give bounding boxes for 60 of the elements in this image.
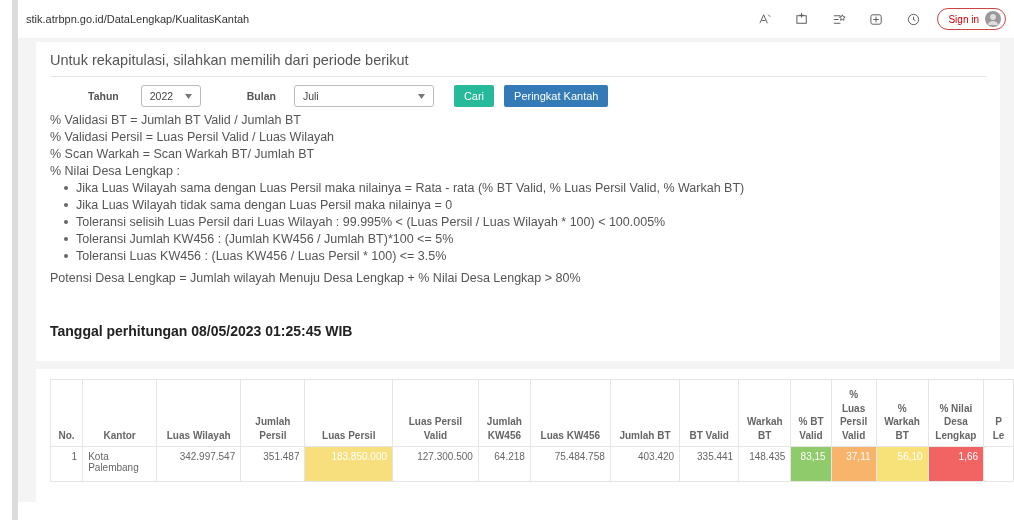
table-cell: Kota Palembang (82, 446, 157, 482)
year-label: Tahun (88, 90, 119, 102)
formula-text: % Nilai Desa Lengkap : (50, 164, 181, 178)
favorites-icon[interactable] (832, 11, 848, 27)
formula-item: Jika Luas Wilayah tidak sama dengan Luas Persil maka nilainya = 0 (76, 198, 453, 212)
panel-heading: Untuk rekapitulasi, silahkan memilih dari periode berikut (50, 52, 986, 77)
column-header: P Le (983, 379, 1014, 447)
column-header: Jumlah BT (610, 379, 680, 447)
avatar-icon (985, 11, 1001, 27)
formula-item: Jika Luas Wilayah sama dengan Luas Persil maka nilainya = Rata - rata (% BT Valid, % Luas Persil Valid, % Warkah BT) (76, 181, 745, 195)
formula-text: Potensi Desa Lengkap = Jumlah wilayah Menuju Desa Lengkap + % Nilai Desa Lengkap > 80% (50, 271, 582, 285)
ranking-button[interactable]: Peringkat Kantah (504, 85, 609, 107)
column-header: Luas Wilayah (156, 379, 241, 447)
column-header: Luas Persil (304, 379, 393, 447)
year-dropdown[interactable]: 2022 (140, 85, 201, 107)
table-cell: 342.997.547 (156, 446, 241, 482)
formula-text: % Validasi Persil = Luas Persil Valid / Luas Wilayah (50, 130, 336, 144)
month-label: Bulan (246, 90, 276, 102)
table-cell: 37,11 (831, 446, 877, 482)
history-icon[interactable] (906, 11, 922, 27)
column-header: Luas Persil Valid (392, 379, 479, 447)
bullet-icon (64, 186, 68, 190)
table-cell: 64.218 (478, 446, 531, 482)
month-dropdown[interactable]: Juli (293, 85, 434, 107)
calculation-date: Tanggal perhitungan 08/05/2023 01:25:45 WIB (50, 323, 354, 339)
collections-icon[interactable] (869, 11, 885, 27)
formula-text: % Scan Warkah = Scan Warkah BT/ Jumlah BT (50, 147, 316, 161)
column-header: Jumlah Persil (240, 379, 305, 447)
column-header: % BT Valid (790, 379, 832, 447)
table-cell: 183.850.000 (304, 446, 393, 482)
bullet-icon (64, 220, 68, 224)
caret-icon (184, 93, 192, 99)
column-header: BT Valid (679, 379, 739, 447)
column-header: Jumlah KW456 (478, 379, 531, 447)
table-cell: 75.484.758 (530, 446, 611, 482)
column-header: % Warkah BT (876, 379, 929, 447)
formula-item: Toleransi Jumlah KW456 : (Jumlah KW456 / Jumlah BT)*100 <= 5% (76, 232, 454, 246)
formula-item: Toleransi Luas KW456 : (Luas KW456 / Luas Persil * 100) <= 3.5% (76, 249, 447, 263)
column-header: Kantor (82, 379, 157, 447)
table-cell: 403.420 (610, 446, 680, 482)
table-cell: 351.487 (240, 446, 305, 482)
address-bar[interactable]: stik.atrbpn.go.id/DataLengkap/KualitasKantah (26, 13, 759, 25)
table-cell: 1 (50, 446, 83, 482)
column-header: % Luas Persil Valid (831, 379, 877, 447)
formula-text: % Validasi BT = Jumlah BT Valid / Jumlah BT (50, 113, 302, 127)
bullet-icon (64, 237, 68, 241)
column-header: % Nilai Desa Lengkap (928, 379, 984, 447)
sign-in-button[interactable]: Sign in (937, 8, 1006, 30)
bullet-icon (64, 203, 68, 207)
column-header: No. (50, 379, 83, 447)
caret-icon (417, 93, 425, 99)
table-cell: 56,10 (876, 446, 929, 482)
table-cell: 127.300.500 (392, 446, 479, 482)
formula-item: Toleransi selisih Luas Persil dari Luas Wilayah : 99.995% < (Luas Persil / Luas Wilayah * 100) < 100.005% (76, 215, 666, 229)
table-cell: 148.435 (738, 446, 791, 482)
bullet-icon (64, 254, 68, 258)
table-cell: 335.441 (679, 446, 739, 482)
column-header: Warkah BT (738, 379, 791, 447)
table-cell: 1,66 (928, 446, 984, 482)
column-header: Luas KW456 (530, 379, 611, 447)
